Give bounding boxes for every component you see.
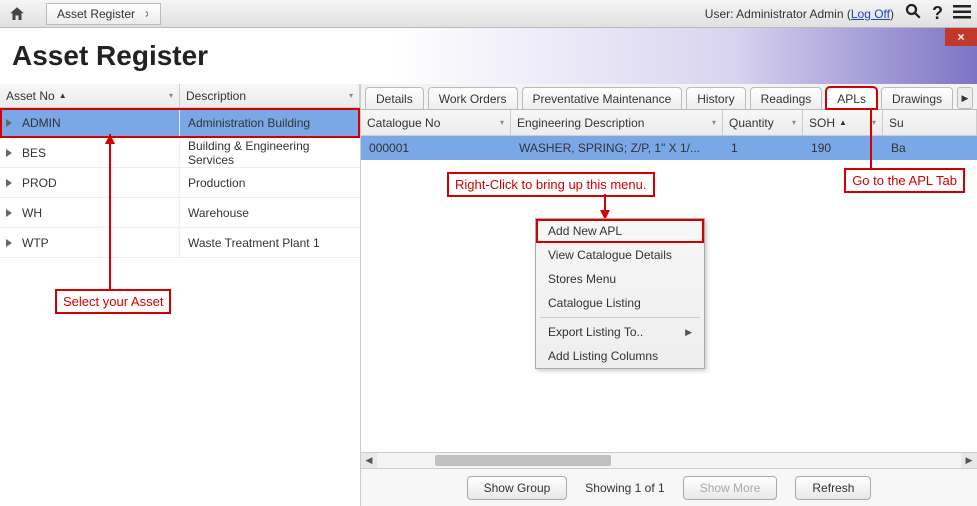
grid-col-soh[interactable]: SOH ▲ ▾	[803, 110, 883, 135]
expander-icon[interactable]	[6, 239, 12, 247]
grid-footer: Show Group Showing 1 of 1 Show More Refr…	[361, 468, 977, 506]
chevron-down-icon[interactable]: ▾	[872, 118, 876, 127]
tree-header: Asset No ▲ ▾ Description ▾	[0, 84, 360, 108]
expander-icon[interactable]	[6, 209, 12, 217]
sort-asc-icon: ▲	[59, 91, 67, 100]
tab-drawings[interactable]: Drawings	[881, 87, 953, 109]
grid-col-desc-label: Engineering Description	[517, 116, 644, 130]
chevron-right-icon: ▶	[685, 327, 692, 338]
menu-item-view-catalogue-details[interactable]: View Catalogue Details	[536, 243, 704, 267]
breadcrumb-label: Asset Register	[57, 7, 135, 21]
cell-quantity: 1	[723, 141, 803, 155]
grid-col-quantity[interactable]: Quantity ▾	[723, 110, 803, 135]
expander-icon[interactable]	[6, 179, 12, 187]
chevron-down-icon[interactable]: ▾	[500, 118, 504, 127]
user-prefix: User:	[705, 7, 736, 21]
tab-readings[interactable]: Readings	[750, 87, 823, 109]
tab-work-orders[interactable]: Work Orders	[428, 87, 518, 109]
grid-col-overflow[interactable]: Su	[883, 110, 977, 135]
tree-asset-label: ADMIN	[22, 116, 61, 130]
grid-header: Catalogue No ▾ Engineering Description ▾…	[361, 110, 977, 136]
tree-col-assetno[interactable]: Asset No ▲ ▾	[0, 84, 180, 107]
scrollbar-thumb[interactable]	[435, 455, 610, 466]
status-text: Showing 1 of 1	[585, 481, 664, 495]
tree-desc-label: Waste Treatment Plant 1	[188, 236, 320, 250]
sort-asc-icon: ▲	[839, 118, 847, 127]
tree-col-description[interactable]: Description ▾	[180, 84, 360, 107]
asset-tree-pane: Asset No ▲ ▾ Description ▾ ADMIN Adminis…	[0, 84, 361, 506]
annotation-go-apl: Go to the APL Tab	[844, 168, 965, 193]
top-toolbar: Asset Register × User: Administrator Adm…	[0, 0, 977, 28]
annotation-right-click: Right-Click to bring up this menu.	[447, 172, 654, 197]
show-group-button[interactable]: Show Group	[467, 476, 568, 500]
grid-col-engineering-description[interactable]: Engineering Description ▾	[511, 110, 723, 135]
tree-desc-label: Building & Engineering Services	[188, 139, 352, 167]
scroll-left-icon[interactable]: ◀	[361, 453, 377, 468]
breadcrumb-tab[interactable]: Asset Register ×	[46, 3, 161, 25]
scroll-right-icon[interactable]: ▶	[961, 453, 977, 468]
grid-col-soh-label: SOH	[809, 116, 835, 130]
refresh-button[interactable]: Refresh	[795, 476, 871, 500]
grid-col-cat-label: Catalogue No	[367, 116, 440, 130]
hamburger-icon[interactable]	[953, 3, 971, 24]
page-title: Asset Register	[12, 40, 208, 72]
help-icon[interactable]: ?	[932, 3, 943, 24]
detail-pane: Details Work Orders Preventative Mainten…	[361, 84, 977, 506]
user-info: User: Administrator Admin (Log Off)	[705, 7, 894, 21]
home-icon[interactable]	[6, 3, 28, 25]
breadcrumb-close-icon[interactable]: ×	[145, 7, 152, 21]
tree-row-prod[interactable]: PROD Production	[0, 168, 360, 198]
tree-row-bes[interactable]: BES Building & Engineering Services	[0, 138, 360, 168]
logoff-link[interactable]: Log Off	[851, 7, 890, 21]
cell-soh: 190	[803, 141, 883, 155]
tree-row-admin[interactable]: ADMIN Administration Building	[0, 108, 360, 138]
chevron-down-icon[interactable]: ▾	[169, 91, 173, 100]
cell-catalogue-no: 000001	[361, 141, 511, 155]
annotation-select-asset: Select your Asset	[55, 289, 171, 314]
chevron-down-icon[interactable]: ▾	[792, 118, 796, 127]
grid-body[interactable]: 000001 WASHER, SPRING; Z/P, 1" X 1/... 1…	[361, 136, 977, 452]
chevron-down-icon[interactable]: ▾	[712, 118, 716, 127]
tree-asset-label: WH	[22, 206, 42, 220]
expander-icon[interactable]	[6, 149, 12, 157]
menu-item-add-listing-columns[interactable]: Add Listing Columns	[536, 344, 704, 368]
tree-asset-label: BES	[22, 146, 46, 160]
cell-overflow: Ba	[883, 141, 977, 155]
tab-details[interactable]: Details	[365, 87, 424, 109]
menu-item-export-listing-to[interactable]: Export Listing To.. ▶	[536, 320, 704, 344]
title-bar: Asset Register ×	[0, 28, 977, 84]
cell-description: WASHER, SPRING; Z/P, 1" X 1/...	[511, 141, 723, 155]
search-icon[interactable]	[904, 2, 922, 25]
menu-separator	[540, 317, 700, 318]
chevron-down-icon[interactable]: ▾	[349, 91, 353, 100]
tab-scroll-right-icon[interactable]: ▶	[957, 87, 973, 109]
context-menu: Add New APL View Catalogue Details Store…	[535, 218, 705, 369]
menu-item-catalogue-listing[interactable]: Catalogue Listing	[536, 291, 704, 315]
expander-icon[interactable]	[6, 119, 12, 127]
table-row[interactable]: 000001 WASHER, SPRING; Z/P, 1" X 1/... 1…	[361, 136, 977, 160]
tree-asset-label: WTP	[22, 236, 49, 250]
tree-col-desc-label: Description	[186, 89, 246, 103]
horizontal-scrollbar[interactable]: ◀ ▶	[361, 452, 977, 468]
tree-col-assetno-label: Asset No	[6, 89, 55, 103]
menu-item-add-new-apl[interactable]: Add New APL	[536, 219, 704, 243]
tree-desc-label: Warehouse	[188, 206, 249, 220]
tab-preventative-maintenance[interactable]: Preventative Maintenance	[522, 87, 683, 109]
tree-desc-label: Administration Building	[188, 116, 310, 130]
grid-col-catalogue-no[interactable]: Catalogue No ▾	[361, 110, 511, 135]
tab-bar: Details Work Orders Preventative Mainten…	[361, 84, 977, 110]
grid-col-qty-label: Quantity	[729, 116, 774, 130]
tree-row-wh[interactable]: WH Warehouse	[0, 198, 360, 228]
tab-apls[interactable]: APLs	[826, 87, 877, 109]
tree-desc-label: Production	[188, 176, 245, 190]
show-more-button[interactable]: Show More	[683, 476, 778, 500]
close-icon[interactable]: ×	[945, 28, 977, 46]
tree-asset-label: PROD	[22, 176, 57, 190]
grid-col-rest-label: Su	[889, 116, 904, 130]
user-name: Administrator Admin	[736, 7, 843, 21]
tab-history[interactable]: History	[686, 87, 745, 109]
menu-item-export-label: Export Listing To..	[548, 325, 643, 339]
menu-item-stores-menu[interactable]: Stores Menu	[536, 267, 704, 291]
tree-row-wtp[interactable]: WTP Waste Treatment Plant 1	[0, 228, 360, 258]
